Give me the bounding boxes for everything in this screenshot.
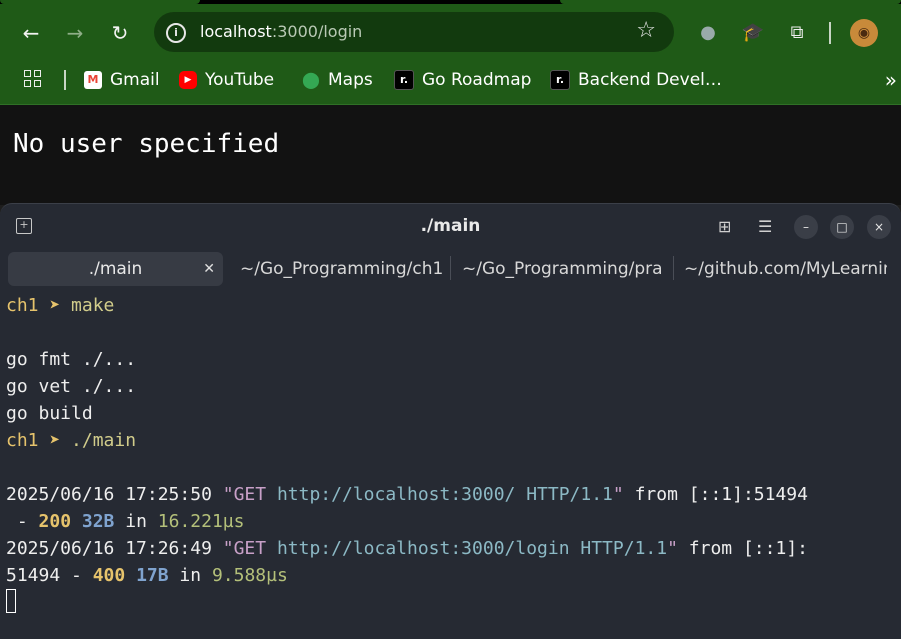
roadmap-icon: r. (550, 70, 570, 90)
back-arrow-icon[interactable]: ← (18, 20, 44, 46)
overview-grid-icon[interactable]: ⊞ (718, 217, 731, 236)
output-line: go build (6, 403, 93, 424)
bookmark-backend-developer[interactable]: r. Backend Devel… (550, 68, 722, 92)
tab-label: ~/github.com/MyLearnin (684, 259, 887, 279)
bookmark-label: Backend Devel… (578, 70, 722, 90)
bookmark-go-roadmap[interactable]: r. Go Roadmap (394, 68, 531, 92)
bookmark-gmail[interactable]: M Gmail (84, 68, 160, 92)
tab-label: ./main (88, 259, 143, 279)
bookmark-maps[interactable]: ⬤ Maps (302, 68, 373, 92)
tab-strip (0, 0, 901, 4)
terminal-titlebar: + ./main ⊞ ☰ – □ × (0, 204, 901, 248)
prompt-line: ch1 ➤ make (6, 295, 115, 316)
log-line: 2025/06/16 17:26:49 "GET http://localhos… (6, 538, 808, 559)
bookmark-label: Gmail (110, 70, 160, 90)
terminal-tab[interactable]: ~/Go_Programming/prac (462, 252, 662, 286)
reload-icon[interactable]: ↻ (107, 20, 133, 46)
page-message: No user specified (13, 129, 280, 159)
terminal-cursor (6, 589, 16, 613)
youtube-icon: ▶ (179, 71, 197, 89)
maps-icon: ⬤ (302, 70, 320, 89)
prompt-line: ch1 ➤ ./main (6, 430, 137, 451)
tab-label: ~/Go_Programming/ch1 (240, 259, 444, 279)
page-content: No user specified (0, 105, 901, 205)
output-line: go fmt ./... (6, 349, 137, 370)
more-bookmarks-icon[interactable]: » (885, 68, 897, 92)
gmail-icon: M (84, 71, 102, 89)
menu-hamburger-icon[interactable]: ☰ (758, 217, 772, 236)
terminal-tab[interactable]: ./main ✕ (8, 252, 223, 286)
address-bar-url[interactable]: localhost:3000/login (200, 22, 362, 41)
graduation-cap-icon[interactable]: 🎓 (740, 20, 766, 46)
forward-arrow-icon[interactable]: → (62, 20, 88, 46)
profile-avatar-icon[interactable]: ◉ (850, 19, 878, 47)
terminal-output[interactable]: ch1 ➤ make go fmt ./... go vet ./... go bu… (6, 292, 901, 616)
log-line: 51494 - 400 17B in 9.588µs (6, 565, 288, 586)
log-line: 2025/06/16 17:25:50 "GET http://localhos… (6, 484, 808, 505)
tab-divider (450, 256, 451, 280)
output-line: go vet ./... (6, 376, 137, 397)
bookmark-label: Maps (328, 70, 373, 90)
toolbar-divider (829, 22, 831, 44)
close-tab-icon[interactable]: ✕ (203, 252, 215, 286)
bookmark-label: Go Roadmap (422, 70, 532, 90)
extensions-puzzle-icon[interactable]: ⧉ (784, 20, 810, 46)
log-line: - 200 32B in 16.221µs (6, 511, 245, 532)
extension-dot-icon[interactable]: ● (695, 20, 721, 46)
bookmark-label: YouTube (205, 70, 275, 90)
browser-toolbar: ← → ↻ i localhost:3000/login ☆ ● 🎓 ⧉ ◉ (0, 0, 901, 62)
terminal-tab[interactable]: ~/Go_Programming/ch1 (240, 252, 445, 286)
minimize-icon[interactable]: – (794, 215, 818, 239)
bookmark-star-icon[interactable]: ☆ (636, 18, 656, 43)
tab-label: ~/Go_Programming/prac (462, 259, 662, 279)
close-icon[interactable]: × (867, 215, 891, 239)
maximize-icon[interactable]: □ (830, 215, 854, 239)
tab-divider (673, 256, 674, 280)
bookmarks-divider (64, 70, 66, 90)
roadmap-icon: r. (394, 70, 414, 90)
terminal-tab[interactable]: ~/github.com/MyLearnin (684, 252, 887, 286)
apps-grid-icon[interactable] (24, 70, 44, 90)
address-bar[interactable]: i localhost:3000/login ☆ (154, 12, 674, 52)
terminal-window: + ./main ⊞ ☰ – □ × ./main ✕ ~/Go_Program… (0, 203, 901, 639)
bookmark-youtube[interactable]: ▶ YouTube (179, 68, 274, 92)
site-info-icon[interactable]: i (166, 23, 186, 43)
